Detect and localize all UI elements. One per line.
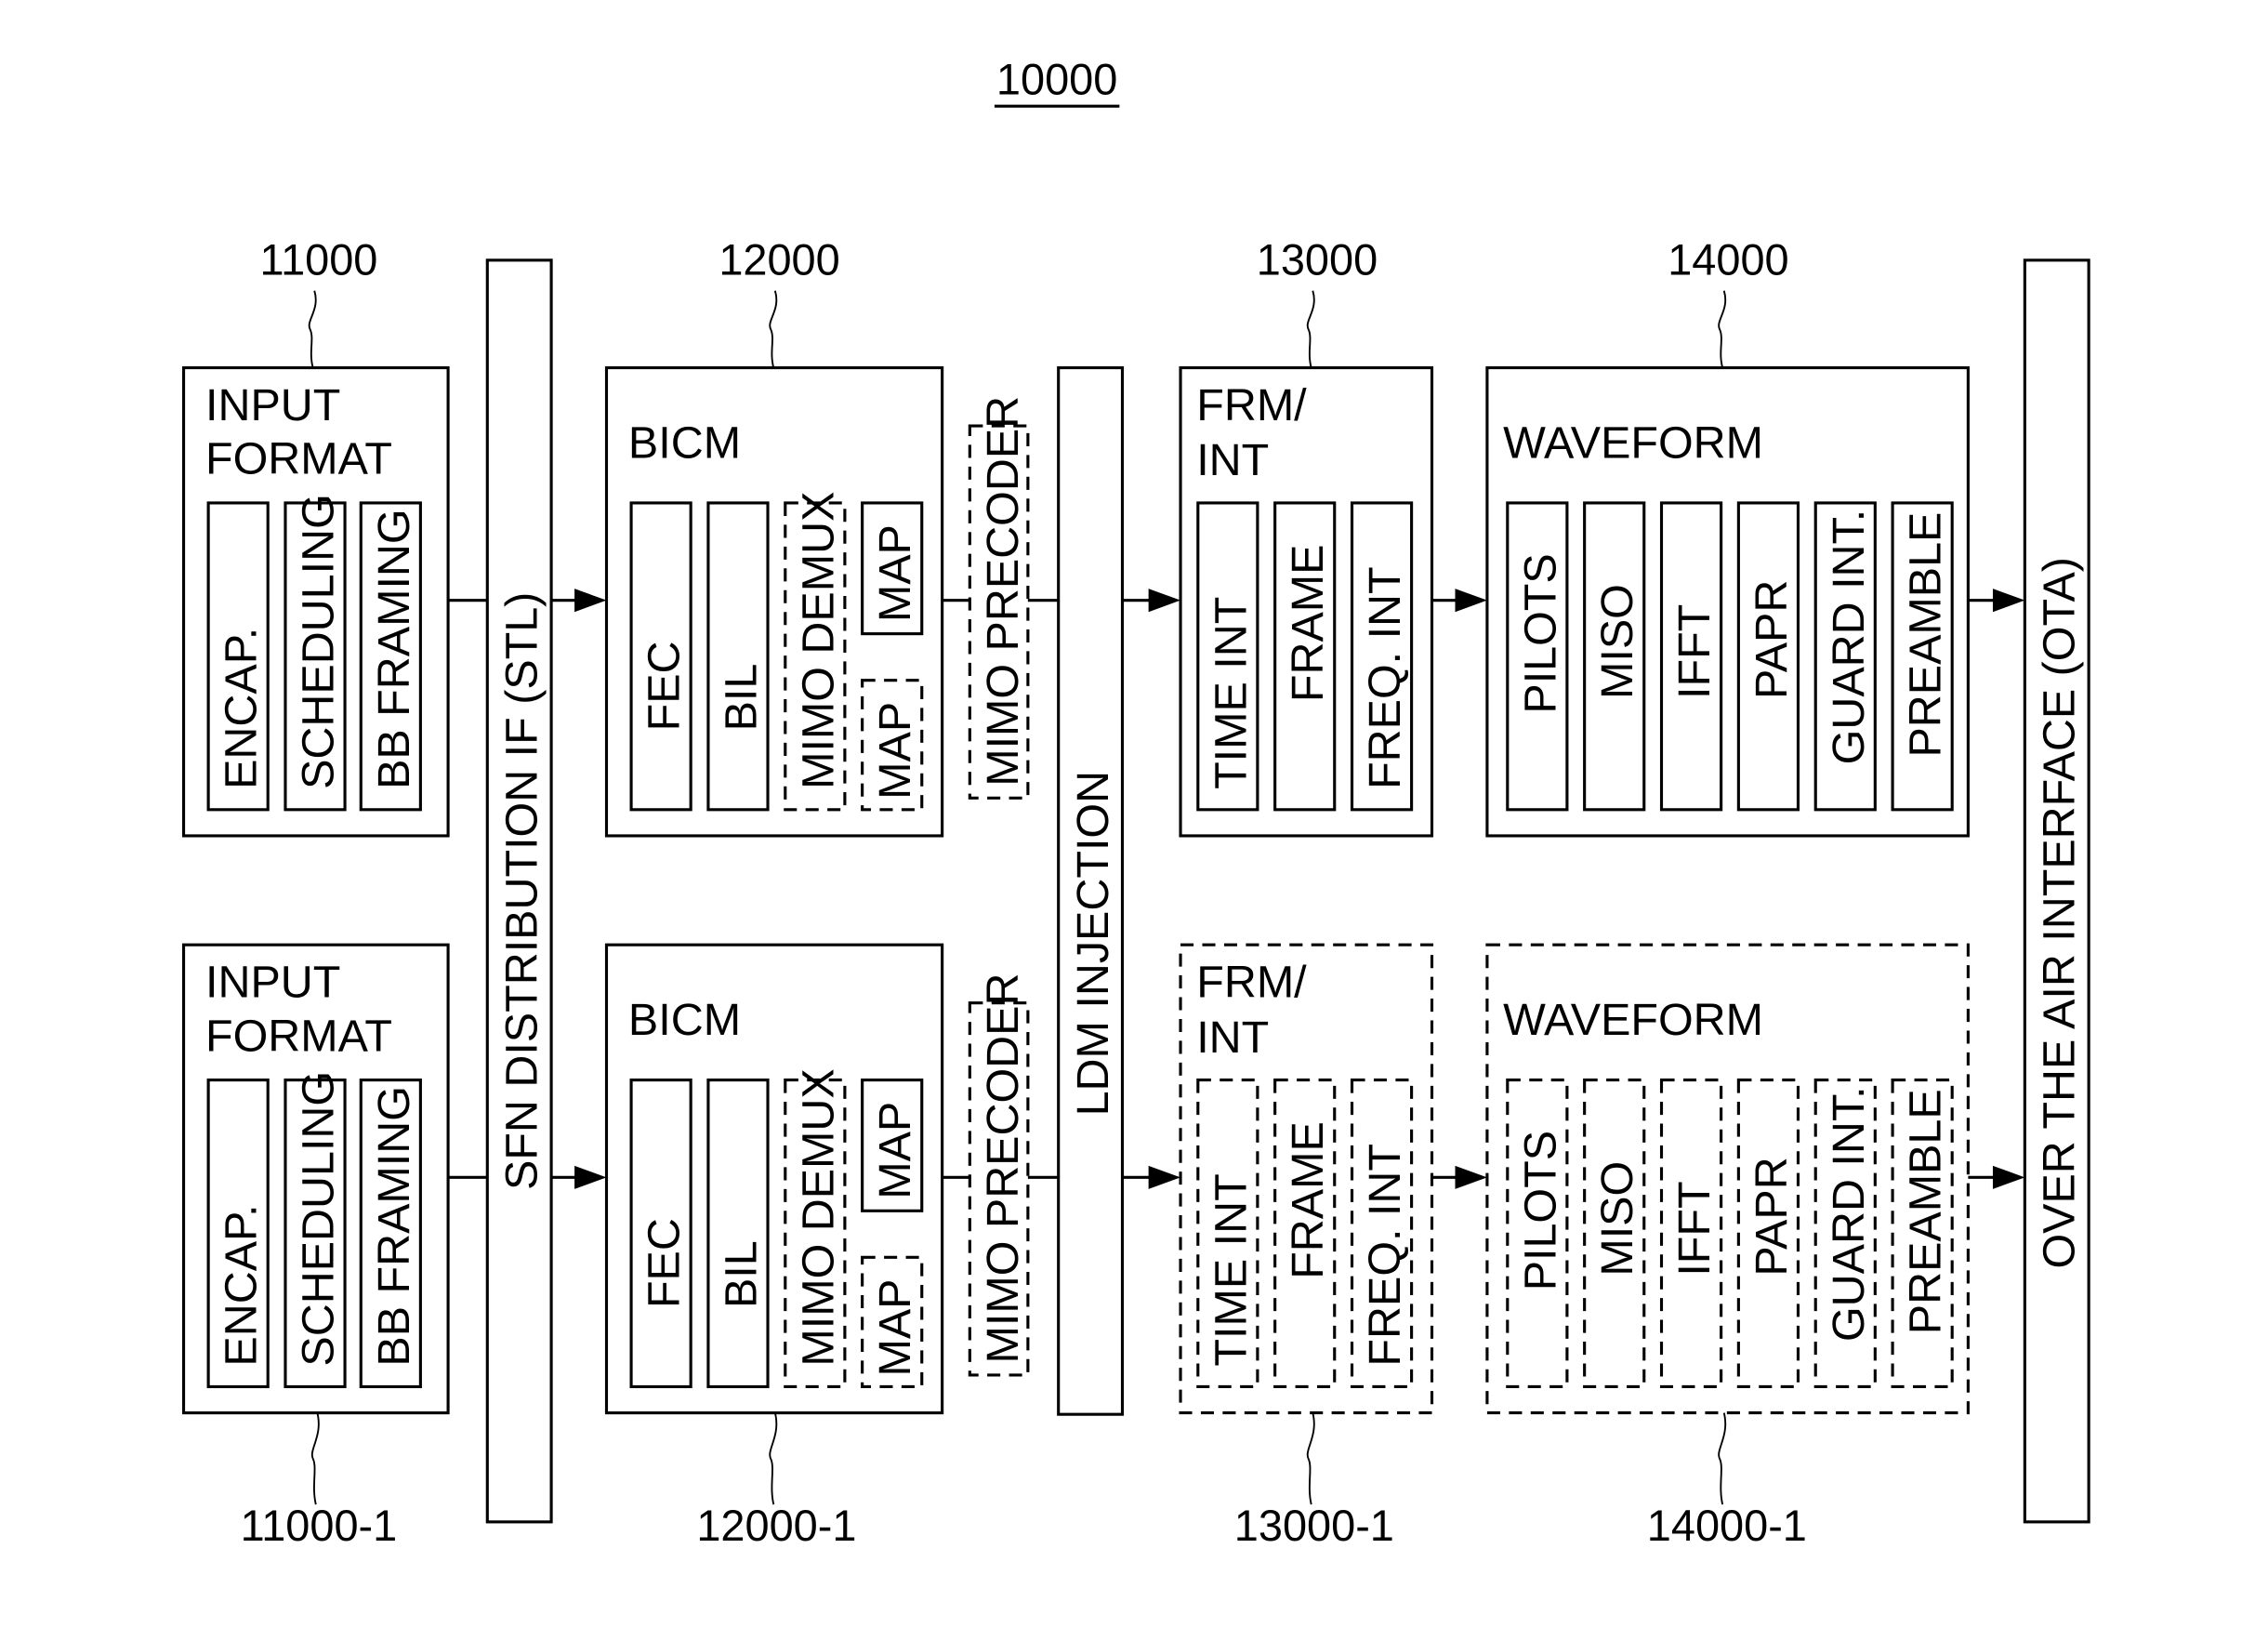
- bicm-block-label: MAP: [870, 524, 920, 622]
- input-format-leader: [308, 290, 317, 368]
- input-format-ref: 11000-1: [241, 1502, 398, 1550]
- frm-int-ref: 13000: [1257, 235, 1378, 284]
- frm-int-title: FRM/: [1196, 380, 1307, 430]
- input-format-block-label: ENCAP.: [217, 1204, 267, 1366]
- waveform-block-label: PILOTS: [1515, 553, 1565, 713]
- waveform-leader: [1718, 290, 1727, 368]
- waveform-ref: 14000: [1668, 235, 1788, 284]
- waveform-ref: 14000-1: [1647, 1502, 1807, 1550]
- bicm-block-label: FEC: [640, 641, 690, 731]
- frm-int-block-label: FREQ. INT: [1360, 1144, 1410, 1367]
- bicm-block: [706, 501, 770, 812]
- waveform-block-label: PREAMBLE: [1901, 1089, 1951, 1334]
- frm-int-block-label: TIME INT: [1206, 597, 1256, 789]
- waveform-block-label: MISO: [1592, 584, 1642, 699]
- arrow-head-icon: [1455, 1165, 1487, 1189]
- frm-int-leader: [1306, 1412, 1315, 1505]
- frm-int-block-label: FRAME: [1283, 545, 1333, 703]
- bicm-block-label: MAP: [870, 702, 920, 800]
- waveform-block-label: IFFT: [1669, 1181, 1720, 1276]
- arrow-head-icon: [1455, 589, 1487, 613]
- bicm-title: BICM: [628, 417, 741, 468]
- bicm-block-label: MAP: [870, 1279, 920, 1377]
- figure-ref: 10000: [996, 56, 1117, 104]
- bicm-title: BICM: [628, 995, 741, 1045]
- input-format-title: FORMAT: [205, 1011, 392, 1061]
- waveform-block-label: PAPR: [1747, 1157, 1797, 1276]
- input-format-block-label: BB FRAMING: [369, 509, 419, 789]
- ldm-injection-label: LDM INJECTION: [1068, 771, 1118, 1117]
- waveform-leader: [1718, 1412, 1727, 1505]
- bicm-block: [706, 1079, 770, 1389]
- mimo-precoder-label: MIMO PRECODER: [978, 396, 1028, 787]
- frm-int-title: INT: [1196, 435, 1269, 485]
- input-format-title: FORMAT: [205, 434, 392, 484]
- block-diagram: 10000 SFN DISTRIBUTION IF (STL) LDM INJE…: [181, 56, 2090, 1550]
- waveform-block-label: GUARD INT.: [1824, 1086, 1874, 1342]
- bicm-leader: [769, 1412, 778, 1505]
- arrow-head-icon: [1148, 1165, 1181, 1189]
- ota-label: OVER THE AIR INTERFACE (OTA): [2035, 557, 2085, 1268]
- input-format-block-label: ENCAP.: [217, 628, 267, 789]
- waveform-block-label: GUARD INT.: [1824, 510, 1874, 765]
- waveform-block-label: PAPR: [1747, 580, 1797, 699]
- bicm-ref: 12000-1: [696, 1502, 856, 1550]
- waveform-title: WAVEFORM: [1503, 995, 1763, 1045]
- input-format-leader: [310, 1412, 320, 1505]
- input-format-ref: 11000: [259, 235, 377, 284]
- frm-int-title: FRM/: [1196, 957, 1307, 1007]
- arrow-head-icon: [574, 1165, 607, 1189]
- waveform-title: WAVEFORM: [1503, 417, 1763, 468]
- arrow-head-icon: [574, 589, 607, 613]
- input-format-block-label: SCHEDULING: [294, 1071, 344, 1367]
- input-format-title: INPUT: [205, 957, 340, 1007]
- frm-int-block-label: TIME INT: [1206, 1173, 1256, 1366]
- waveform-block-label: PREAMBLE: [1901, 512, 1951, 758]
- waveform-block-label: IFFT: [1669, 604, 1720, 699]
- bicm-block-label: BIL: [717, 664, 767, 732]
- frm-int-block-label: FRAME: [1283, 1121, 1333, 1279]
- bicm-block-label: MIMO DEMUX: [793, 492, 843, 789]
- mimo-precoder-label: MIMO PRECODER: [978, 973, 1028, 1364]
- arrow-head-icon: [1148, 589, 1181, 613]
- bicm-block-label: MAP: [870, 1102, 920, 1199]
- waveform-block-label: PILOTS: [1515, 1131, 1565, 1290]
- input-format-block-label: SCHEDULING: [294, 494, 344, 789]
- frm-int-block-label: FREQ. INT: [1360, 566, 1410, 789]
- bicm-block-label: FEC: [640, 1218, 690, 1308]
- bicm-block-label: MIMO DEMUX: [793, 1068, 843, 1366]
- frm-int-leader: [1306, 290, 1315, 368]
- arrow-head-icon: [1992, 589, 2025, 613]
- bicm-block-label: BIL: [717, 1240, 767, 1308]
- frm-int-title: INT: [1196, 1013, 1269, 1063]
- frm-int-ref: 13000-1: [1234, 1502, 1394, 1550]
- bicm-leader: [769, 290, 778, 368]
- waveform-block-label: MISO: [1592, 1161, 1642, 1277]
- bicm-ref: 12000: [719, 235, 839, 284]
- arrow-head-icon: [1992, 1165, 2025, 1189]
- sfn-distribution-label: SFN DISTRIBUTION IF (STL): [496, 592, 547, 1190]
- input-format-title: INPUT: [205, 380, 340, 430]
- input-format-block-label: BB FRAMING: [369, 1086, 419, 1367]
